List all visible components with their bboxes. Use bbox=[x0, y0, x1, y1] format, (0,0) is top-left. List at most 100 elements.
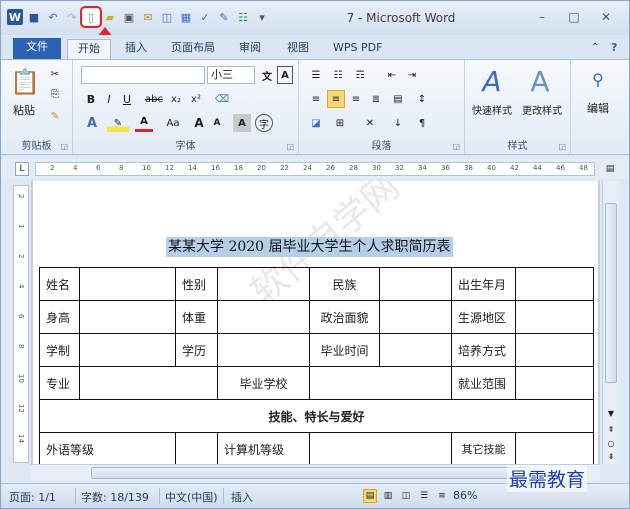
phonetic-icon[interactable]: 文 bbox=[259, 66, 275, 84]
undo-icon[interactable]: ↶ bbox=[45, 9, 61, 25]
vertical-ruler[interactable]: 2 1 2 4 6 8 10 12 14 bbox=[13, 185, 29, 463]
word-count[interactable]: 字数: 18/139 bbox=[81, 489, 149, 505]
change-styles-label[interactable]: 更改样式 bbox=[517, 102, 567, 117]
table-cell[interactable] bbox=[217, 333, 310, 367]
insert-mode[interactable]: 插入 bbox=[231, 489, 253, 505]
table-cell[interactable] bbox=[379, 267, 452, 301]
format-painter-icon[interactable]: ✎ bbox=[47, 108, 63, 124]
enclose-char-icon[interactable]: 字 bbox=[255, 114, 273, 132]
save-icon[interactable]: ■ bbox=[26, 9, 42, 25]
help-icon[interactable]: ? bbox=[601, 39, 627, 59]
table-cell[interactable] bbox=[515, 300, 594, 334]
clipboard-launcher-icon[interactable]: ◲ bbox=[60, 142, 68, 151]
format-painter-icon[interactable]: ✎ bbox=[216, 9, 232, 25]
previous-page-icon[interactable]: ⇞ bbox=[605, 423, 617, 435]
sort-icon[interactable]: ↓ bbox=[389, 114, 407, 132]
page-count[interactable]: 页面: 1/1 bbox=[9, 489, 56, 505]
borders-icon[interactable]: ⊞ bbox=[331, 114, 349, 132]
restore-button[interactable]: □ bbox=[561, 7, 587, 27]
tab-wps-pdf[interactable]: WPS PDF bbox=[323, 39, 392, 59]
table-cell[interactable]: 毕业学校 bbox=[217, 366, 310, 400]
align-left-icon[interactable]: ≡ bbox=[307, 90, 325, 108]
table-cell[interactable]: 就业范围 bbox=[451, 366, 516, 400]
minimize-button[interactable]: – bbox=[529, 7, 555, 27]
table-cell[interactable]: 民族 bbox=[309, 267, 380, 301]
quick-styles-icon[interactable]: A bbox=[475, 64, 509, 98]
table-cell[interactable]: 学历 bbox=[175, 333, 218, 367]
styles-launcher-icon[interactable]: ◲ bbox=[558, 142, 566, 151]
section-heading[interactable]: 技能、特长与爱好 bbox=[39, 399, 594, 433]
font-size-select[interactable]: 小三 bbox=[207, 66, 255, 84]
decrease-indent-icon[interactable]: ⇤ bbox=[383, 66, 401, 84]
tab-page-layout[interactable]: 页面布局 bbox=[161, 39, 225, 59]
shading-icon[interactable]: ◪ bbox=[307, 114, 325, 132]
print-preview-icon[interactable]: ◫ bbox=[159, 9, 175, 25]
table-cell[interactable]: 体重 bbox=[175, 300, 218, 334]
find-icon[interactable]: ⚲ bbox=[585, 66, 611, 92]
document-page[interactable]: 软件自学网 某某大学 2020 届毕业大学生个人求职简历表 姓名 性别 民族 出… bbox=[33, 181, 598, 464]
table-cell[interactable]: 出生年月 bbox=[451, 267, 516, 301]
table-cell[interactable] bbox=[309, 432, 452, 464]
table-cell[interactable]: 外语等级 bbox=[39, 432, 176, 464]
table-cell[interactable] bbox=[217, 267, 310, 301]
word-logo-icon[interactable]: W bbox=[7, 9, 23, 25]
font-launcher-icon[interactable]: ◲ bbox=[286, 142, 294, 151]
customize-icon[interactable]: ▾ bbox=[254, 9, 270, 25]
outline-icon[interactable]: ☰ bbox=[417, 489, 431, 503]
table-cell[interactable] bbox=[379, 333, 452, 367]
copy-icon[interactable]: ⎘ bbox=[47, 86, 63, 102]
text-effect-icon[interactable]: A bbox=[83, 114, 101, 132]
distributed-icon[interactable]: ▤ bbox=[389, 90, 407, 108]
language[interactable]: 中文(中国) bbox=[165, 489, 218, 505]
table-cell[interactable] bbox=[217, 300, 310, 334]
email-icon[interactable]: ✉ bbox=[140, 9, 156, 25]
line-spacing-icon[interactable]: ↕ bbox=[413, 90, 431, 108]
change-styles-icon[interactable]: A bbox=[523, 64, 557, 98]
italic-button[interactable]: I bbox=[101, 90, 117, 108]
table-cell[interactable]: 姓名 bbox=[39, 267, 80, 301]
table-cell[interactable]: 身高 bbox=[39, 300, 80, 334]
select-browse-icon[interactable]: ○ bbox=[605, 437, 617, 449]
table-cell[interactable] bbox=[515, 333, 594, 367]
table-cell[interactable] bbox=[515, 267, 594, 301]
bullets-icon[interactable]: ☰ bbox=[307, 66, 325, 84]
char-shading-icon[interactable]: A bbox=[233, 114, 251, 132]
open-icon[interactable]: ▰ bbox=[102, 9, 118, 25]
increase-indent-icon[interactable]: ⇥ bbox=[403, 66, 421, 84]
table-cell[interactable]: 学制 bbox=[39, 333, 80, 367]
subscript-button[interactable]: x₂ bbox=[167, 90, 185, 108]
spelling-icon[interactable]: ✓ bbox=[197, 9, 213, 25]
table-cell[interactable]: 政治面貌 bbox=[309, 300, 380, 334]
table-cell[interactable] bbox=[79, 300, 176, 334]
full-screen-reading-icon[interactable]: ▥ bbox=[381, 489, 395, 503]
close-button[interactable]: ✕ bbox=[593, 7, 619, 27]
tab-view[interactable]: 视图 bbox=[277, 39, 319, 59]
table-cell[interactable]: 毕业时间 bbox=[309, 333, 380, 367]
quick-styles-label[interactable]: 快速样式 bbox=[467, 102, 517, 117]
grow-font-button[interactable]: A bbox=[191, 114, 207, 132]
document-title[interactable]: 某某大学 2020 届毕业大学生个人求职简历表 bbox=[166, 237, 453, 257]
web-layout-icon[interactable]: ◫ bbox=[399, 489, 413, 503]
ruler-scale[interactable]: 2 4 6 8 10 12 14 16 18 20 22 24 26 28 30 32 34 36 38 40 42 44… bbox=[35, 162, 595, 176]
tab-review[interactable]: 审阅 bbox=[229, 39, 271, 59]
tab-home[interactable]: 开始 bbox=[67, 39, 111, 59]
paragraph-launcher-icon[interactable]: ◲ bbox=[452, 142, 460, 151]
table-cell[interactable]: 其它技能 bbox=[451, 432, 516, 464]
table-cell[interactable] bbox=[515, 432, 594, 464]
zoom-level[interactable]: 86% bbox=[453, 489, 477, 502]
tab-file[interactable]: 文件 bbox=[13, 38, 61, 59]
table-cell[interactable]: 性别 bbox=[175, 267, 218, 301]
scroll-down-icon[interactable]: ▼ bbox=[605, 407, 617, 419]
editing-label[interactable]: 编辑 bbox=[575, 100, 621, 116]
draw-table-icon[interactable]: ▦ bbox=[178, 9, 194, 25]
chinese-layout-icon[interactable]: ✕ bbox=[361, 114, 379, 132]
align-center-icon[interactable]: ≡ bbox=[327, 90, 345, 108]
clear-format-icon[interactable]: ⌫ bbox=[213, 90, 231, 108]
strikethrough-button[interactable]: abc bbox=[143, 90, 165, 108]
table-cell[interactable]: 专业 bbox=[39, 366, 80, 400]
bold-button[interactable]: B bbox=[83, 90, 99, 108]
numbering-icon[interactable]: ☷ bbox=[329, 66, 347, 84]
print-icon[interactable]: ▣ bbox=[121, 9, 137, 25]
table-cell[interactable] bbox=[79, 366, 218, 400]
align-right-icon[interactable]: ≡ bbox=[347, 90, 365, 108]
